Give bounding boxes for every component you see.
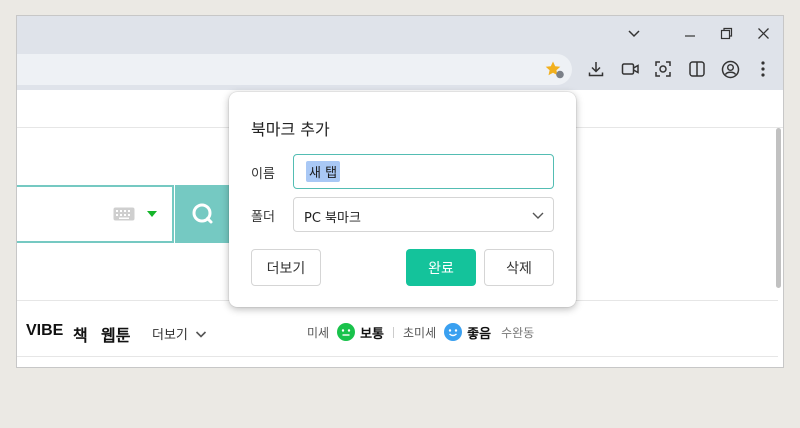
chevron-down-icon (532, 212, 544, 219)
chevron-down-icon (195, 331, 207, 338)
more-button[interactable]: 더보기 (251, 249, 321, 286)
profile-button[interactable] (719, 58, 741, 80)
neutral-face-icon (337, 323, 356, 341)
menu-button[interactable] (752, 58, 774, 80)
fine-dust-status: 보통 (360, 326, 385, 342)
add-bookmark-dialog: 북마크 추가 이름 새 탭 폴더 PC 북마크 더보기 완료 삭제 (229, 92, 576, 307)
bookmark-name-field[interactable]: 새 탭 (293, 154, 554, 189)
caret-down-icon[interactable] (147, 211, 157, 217)
bookmark-star-button[interactable] (544, 60, 566, 80)
chevron-down-icon (628, 30, 640, 38)
nav-webtoon[interactable]: 웹툰 (101, 322, 130, 346)
folder-value: PC 북마크 (304, 211, 361, 226)
fine-dust-label: 미세 (307, 325, 330, 340)
nav-more-label: 더보기 (152, 328, 188, 343)
scrollbar[interactable] (776, 128, 781, 288)
folder-select[interactable]: PC 북마크 (293, 197, 554, 232)
smile-face-icon (444, 323, 463, 341)
download-button[interactable] (585, 58, 607, 80)
separator (393, 326, 395, 338)
close-icon (757, 27, 769, 39)
nav-vibe[interactable]: VIBE (26, 322, 63, 340)
folder-label: 폴더 (251, 210, 275, 225)
screenshot-icon (655, 61, 671, 77)
title-bar (17, 16, 783, 50)
done-button[interactable]: 완료 (406, 249, 476, 286)
ultra-fine-dust-label: 초미세 (403, 325, 437, 340)
minimize-icon (685, 35, 695, 37)
bookmark-star-icon (545, 61, 564, 79)
search-button[interactable] (175, 185, 231, 243)
service-nav: VIBE 책 웹툰 더보기 미세 보통 초미세 좋음 수완동 (17, 318, 783, 346)
nav-more[interactable]: 더보기 (152, 324, 207, 343)
profile-icon (721, 60, 739, 78)
delete-button[interactable]: 삭제 (484, 249, 554, 286)
search-icon (192, 203, 213, 224)
download-icon (588, 62, 604, 77)
keyboard-icon[interactable] (113, 207, 135, 221)
nav-book[interactable]: 책 (73, 322, 88, 346)
split-view-icon (689, 61, 705, 77)
name-label: 이름 (251, 167, 275, 182)
cast-icon (621, 63, 639, 75)
search-input[interactable] (17, 185, 174, 243)
browser-toolbar (17, 50, 783, 90)
close-button[interactable] (740, 16, 783, 50)
location-label: 수완동 (501, 325, 535, 340)
divider (17, 356, 778, 357)
screenshot-button[interactable] (652, 58, 674, 80)
split-view-button[interactable] (686, 58, 708, 80)
air-quality-widget[interactable]: 미세 보통 초미세 좋음 수완동 (307, 322, 534, 342)
tab-search-button[interactable] (611, 16, 657, 50)
restore-icon (720, 27, 732, 39)
address-bar[interactable] (17, 54, 572, 85)
menu-icon (761, 61, 765, 77)
dialog-title: 북마크 추가 (251, 120, 330, 139)
ultra-fine-dust-status: 좋음 (467, 326, 492, 342)
cast-button[interactable] (619, 58, 641, 80)
bookmark-name-value: 새 탭 (306, 161, 341, 182)
